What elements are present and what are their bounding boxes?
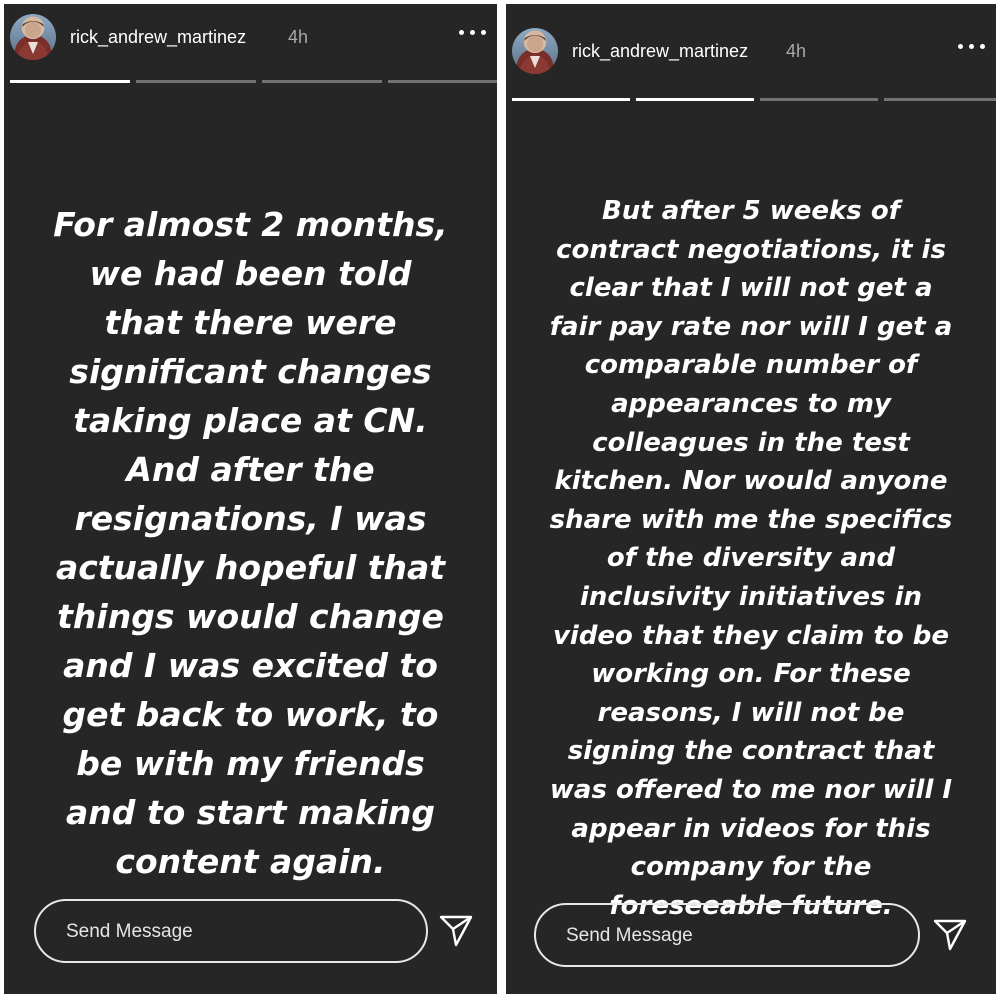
progress-segment [388, 80, 497, 83]
send-message-input[interactable] [64, 901, 368, 963]
progress-segment [10, 80, 130, 83]
paper-plane-icon[interactable] [932, 916, 968, 952]
story-text: But after 5 weeks of contract negotiatio… [549, 196, 953, 921]
progress-fill [636, 98, 754, 101]
story-header: rick_andrew_martinez 4h [506, 28, 996, 88]
timestamp: 4h [288, 27, 309, 47]
paper-plane-icon[interactable] [438, 912, 474, 948]
progress-segment [884, 98, 996, 101]
send-message-input[interactable] [564, 905, 868, 967]
progress-segment [636, 98, 754, 101]
username[interactable]: rick_andrew_martinez [70, 27, 246, 48]
progress-segment [512, 98, 630, 101]
progress-fill [10, 80, 130, 83]
username[interactable]: rick_andrew_martinez [572, 41, 748, 62]
timestamp: 4h [786, 41, 807, 61]
avatar[interactable] [512, 28, 558, 74]
story-panel-left: rick_andrew_martinez 4h For almost 2 mon… [4, 4, 497, 994]
avatar[interactable] [10, 14, 56, 60]
story-text: For almost 2 months, we had been told th… [53, 205, 448, 881]
story-panel-right: rick_andrew_martinez 4h But after 5 week… [506, 4, 996, 994]
story-progress-bar [512, 98, 996, 101]
more-options-icon[interactable] [954, 36, 990, 56]
send-message-field[interactable] [34, 899, 428, 963]
more-options-icon[interactable] [455, 22, 491, 42]
send-message-field[interactable] [534, 903, 920, 967]
story-progress-bar [10, 80, 497, 83]
progress-segment [136, 80, 256, 83]
progress-segment [262, 80, 382, 83]
progress-segment [760, 98, 878, 101]
story-header: rick_andrew_martinez 4h [4, 14, 497, 74]
progress-fill [512, 98, 630, 101]
